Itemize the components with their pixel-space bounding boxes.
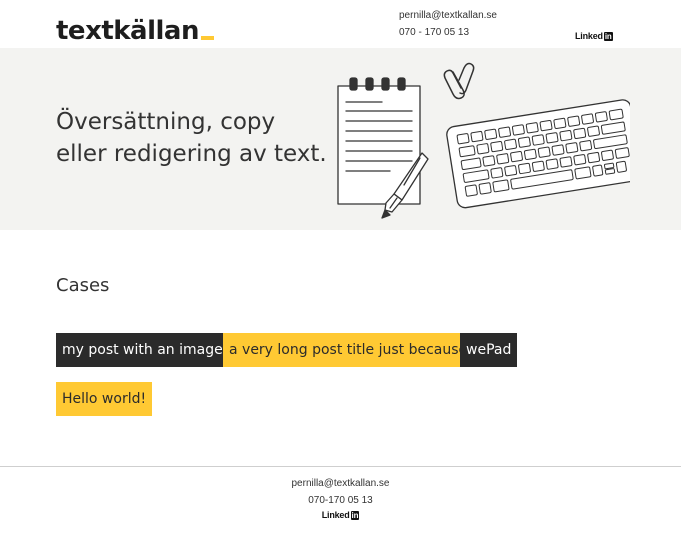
case-link-image-post[interactable]: my post with an image xyxy=(56,333,229,367)
site-footer: pernilla@textkallan.se 070-170 05 13 Lin… xyxy=(0,475,681,520)
header-contact: pernilla@textkallan.se 070 - 170 05 13 xyxy=(399,7,497,41)
case-link-long-title[interactable]: a very long post title just because xyxy=(223,333,474,367)
header-phone[interactable]: 070 - 170 05 13 xyxy=(399,24,497,41)
paperclip-icon xyxy=(443,62,475,100)
site-logo[interactable]: textkällan xyxy=(56,15,214,47)
linkedin-icon: in xyxy=(603,31,613,41)
footer-phone[interactable]: 070-170 05 13 xyxy=(0,492,681,509)
hero-illustration xyxy=(337,62,630,219)
hero-banner: Översättning, copy eller redigering av t… xyxy=(0,48,681,230)
logo-underscore xyxy=(200,36,214,40)
footer-linkedin-link[interactable]: Linked in xyxy=(0,510,681,520)
case-link-wepad[interactable]: wePad xyxy=(460,333,518,367)
linkedin-icon: in xyxy=(350,510,360,520)
header-email-link[interactable]: pernilla@textkallan.se xyxy=(399,7,497,24)
cases-heading: Cases xyxy=(56,275,110,296)
footer-divider xyxy=(0,466,681,467)
hero-line-2: eller redigering av text. xyxy=(56,141,327,167)
hero-line-1: Översättning, copy xyxy=(56,109,276,135)
header-linkedin-link[interactable]: Linked in xyxy=(575,31,613,41)
case-link-hello-world[interactable]: Hello world! xyxy=(56,382,153,416)
keyboard-icon xyxy=(446,99,630,209)
hero-tagline: Översättning, copy eller redigering av t… xyxy=(56,106,327,170)
footer-email-link[interactable]: pernilla@textkallan.se xyxy=(0,475,681,492)
linkedin-word: Linked xyxy=(321,510,350,520)
site-header: textkällan pernilla@textkallan.se 070 - … xyxy=(0,0,681,48)
linkedin-word: Linked xyxy=(575,31,603,41)
logo-text: textkällan xyxy=(56,16,199,46)
